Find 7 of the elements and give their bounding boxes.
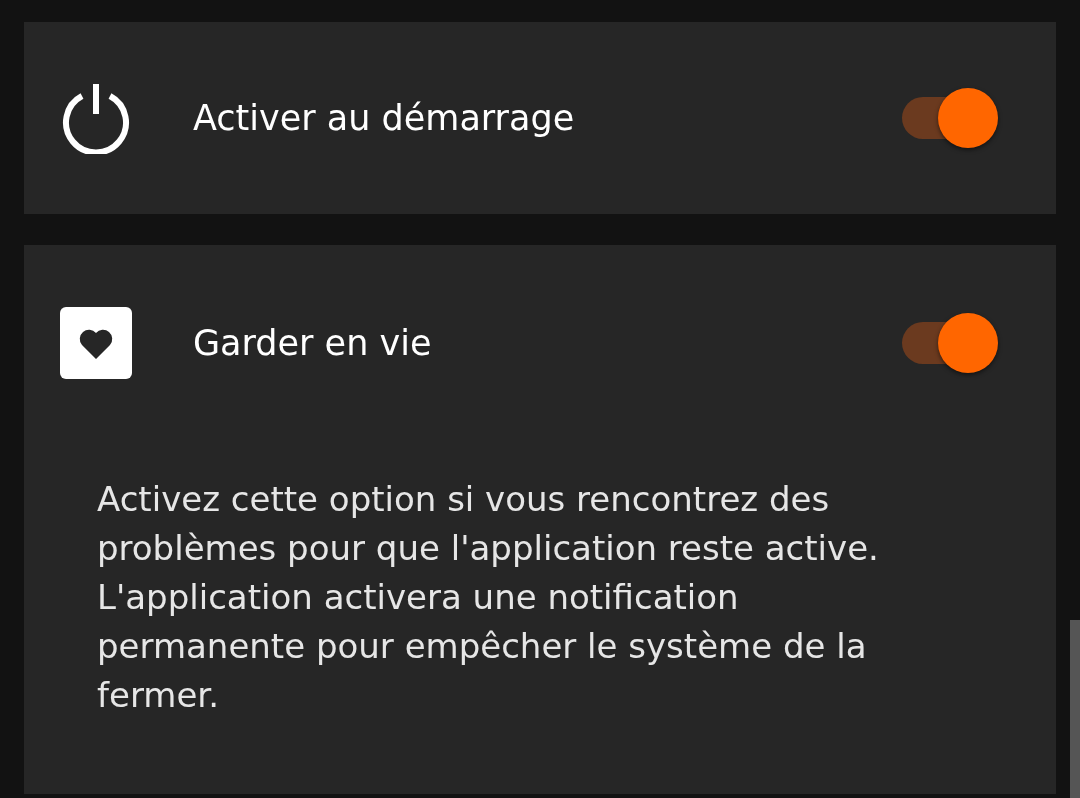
setting-label: Garder en vie: [193, 322, 433, 363]
toggle-switch[interactable]: [902, 312, 998, 373]
scrollbar[interactable]: [1070, 620, 1080, 798]
power-icon: [60, 82, 132, 154]
setting-description: Activez cette option si vous rencontrez des problèmes pour que l'application reste active. L'application activera une notification permanente pour empêcher le système de la fermer.: [96, 478, 880, 717]
setting-label: Activer au démarrage: [193, 98, 576, 138]
toggle-switch[interactable]: [902, 88, 998, 148]
